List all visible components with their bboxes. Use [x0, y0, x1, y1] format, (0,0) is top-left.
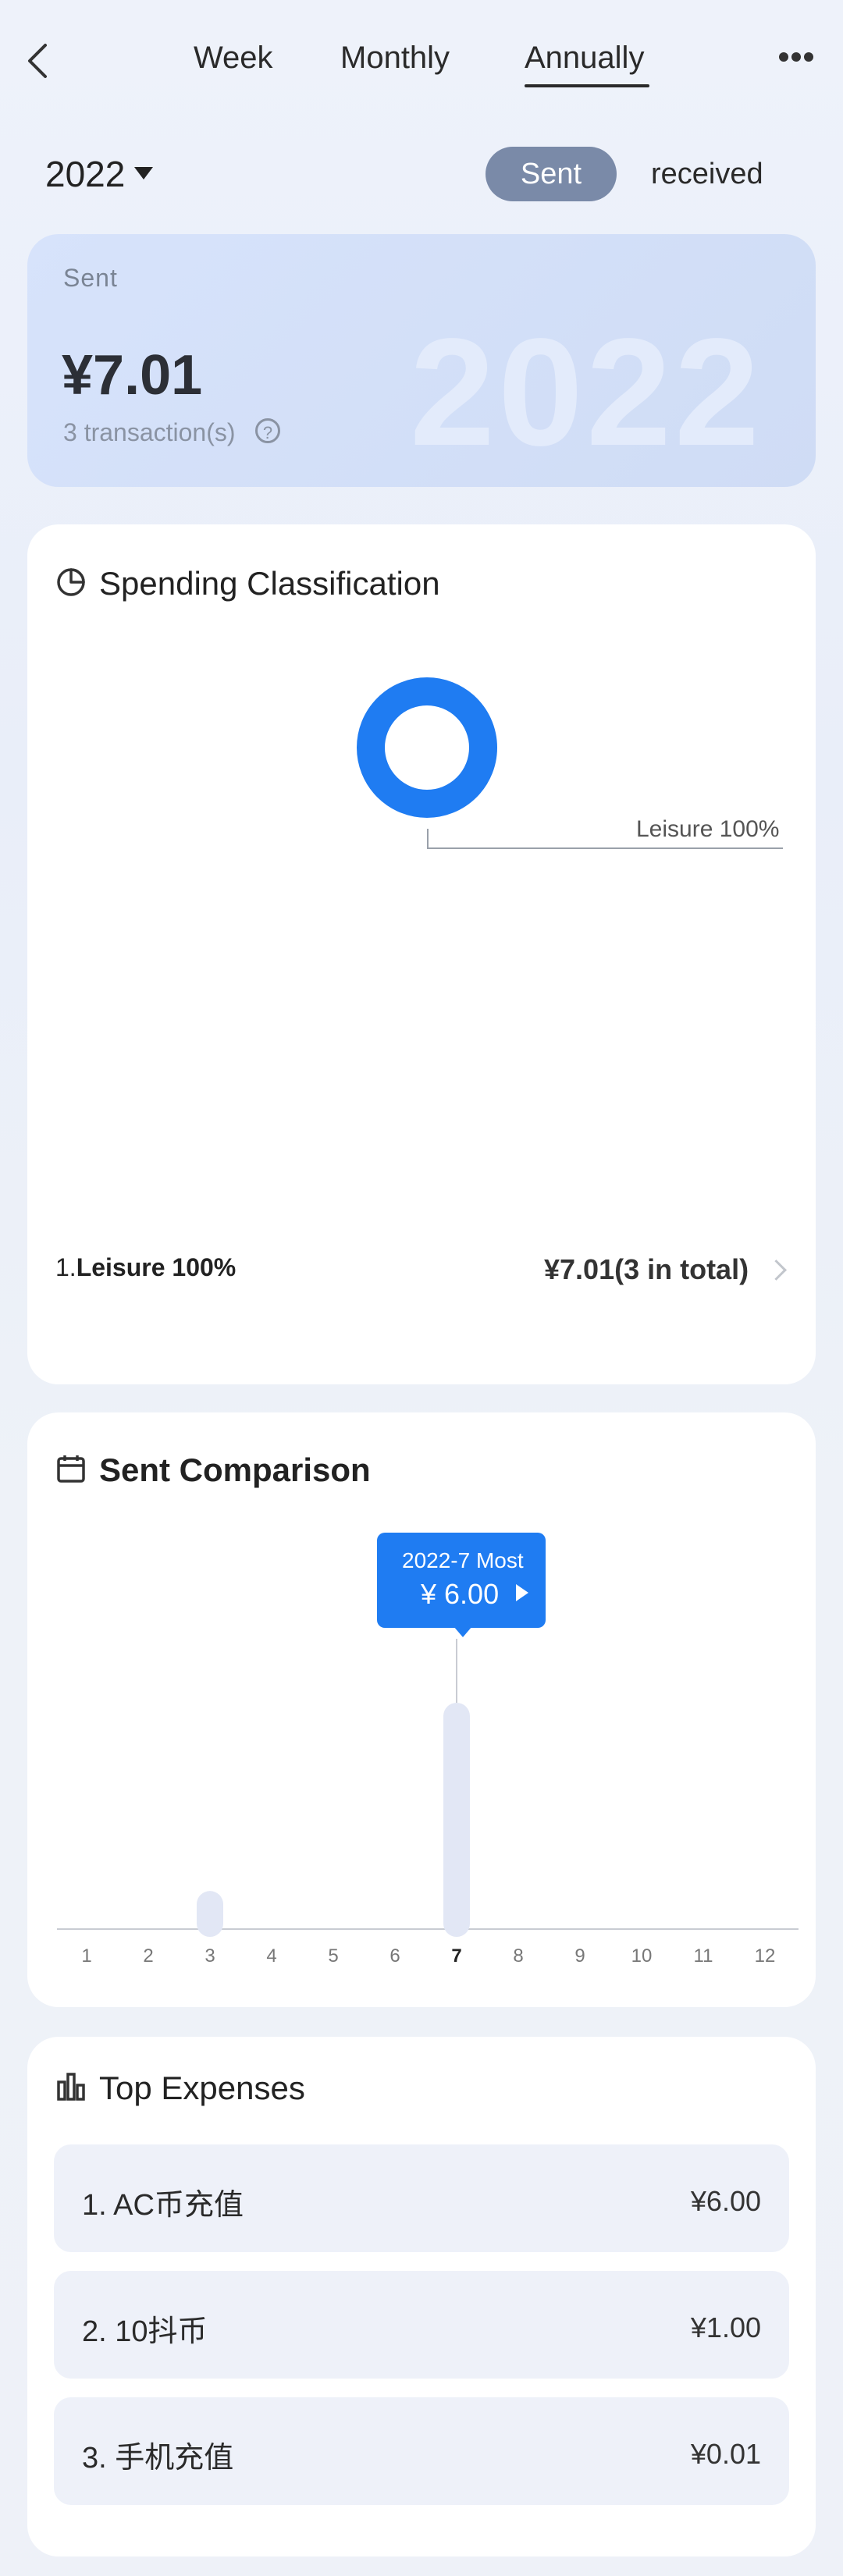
expense-item[interactable]: 3. 手机充值 ¥0.01 [54, 2397, 789, 2505]
more-options-icon[interactable] [779, 52, 816, 70]
x-tick-label: 4 [266, 1945, 276, 1967]
x-tick-label: 3 [205, 1945, 215, 1967]
year-selector[interactable]: 2022 [45, 153, 125, 195]
x-tick-label: 1 [81, 1945, 91, 1967]
donut-chart-slice-leisure[interactable] [357, 677, 497, 818]
legend-total[interactable]: ¥7.01(3 in total) [544, 1253, 749, 1286]
legend-name: Leisure 100% [76, 1253, 237, 1281]
sent-toggle-button[interactable]: Sent [486, 147, 617, 201]
caret-down-icon[interactable] [134, 167, 153, 179]
tab-week[interactable]: Week [194, 41, 273, 76]
spending-classification-card: Spending Classification Leisure 100% 1.L… [27, 524, 816, 1384]
summary-amount: ¥7.01 [62, 344, 203, 407]
expense-name: 3. 手机充值 [82, 2442, 234, 2475]
expense-item[interactable]: 2. 10抖币 ¥1.00 [54, 2271, 789, 2379]
donut-label: Leisure 100% [636, 816, 780, 842]
chevron-right-icon[interactable] [766, 1260, 787, 1281]
chart-tooltip[interactable]: 2022-7 Most ¥ 6.00 [377, 1533, 546, 1637]
legend-index: 1. [55, 1253, 76, 1281]
expense-item[interactable]: 1. AC币充值 ¥6.00 [54, 2144, 789, 2252]
x-tick-label: 6 [389, 1945, 400, 1967]
x-tick-label: 5 [328, 1945, 338, 1967]
expense-name: 1. AC币充值 [82, 2189, 244, 2222]
x-tick-label: 8 [513, 1945, 523, 1967]
received-toggle-button[interactable]: received [651, 158, 763, 191]
year-watermark: 2022 [410, 307, 763, 478]
top-expenses-card: Top Expenses 1. AC币充值 ¥6.00 2. 10抖币 ¥1.0… [27, 2037, 816, 2556]
sent-comparison-card: Sent Comparison 1 2 3 4 5 6 7 8 9 10 11 12 2022-7 M… [27, 1412, 816, 2007]
leader-line [427, 847, 783, 849]
x-tick-label: 7 [451, 1945, 461, 1967]
expense-name: 2. 10抖币 [82, 2315, 208, 2348]
expense-amount: ¥0.01 [690, 2438, 761, 2470]
tooltip-pointer [454, 1626, 472, 1637]
x-tick-label: 12 [755, 1945, 776, 1967]
card-title: Top Expenses [99, 2070, 305, 2106]
x-tick-label: 2 [143, 1945, 153, 1967]
bar-chart-icon [57, 2073, 85, 2101]
leader-line [427, 829, 429, 849]
card-title: Spending Classification [99, 565, 440, 602]
summary-label: Sent [63, 264, 118, 292]
bar-chart: 1 2 3 4 5 6 7 8 9 10 11 12 [57, 1639, 799, 1967]
tooltip-title: 2022-7 Most [402, 1548, 524, 1572]
bar-month-3[interactable] [197, 1891, 223, 1937]
expense-amount: ¥6.00 [690, 2185, 761, 2217]
legend-item[interactable]: 1.Leisure 100% [55, 1253, 236, 1282]
bar-month-7[interactable] [443, 1703, 470, 1937]
summary-card: 2022 Sent ¥7.01 3 transaction(s) ? [27, 234, 816, 487]
help-icon[interactable]: ? [255, 418, 280, 443]
tab-monthly[interactable]: Monthly [340, 41, 450, 76]
expense-amount: ¥1.00 [690, 2311, 761, 2343]
play-arrow-icon [516, 1584, 528, 1601]
tooltip-value: ¥ 6.00 [421, 1578, 500, 1610]
x-tick-label: 11 [694, 1945, 713, 1967]
tab-annually[interactable]: Annually [525, 41, 644, 76]
active-tab-underline [525, 84, 649, 87]
x-tick-label: 9 [574, 1945, 585, 1967]
pie-chart-icon [57, 568, 85, 596]
x-tick-label: 10 [631, 1945, 653, 1967]
top-bar: Week Monthly Annually [0, 0, 843, 125]
back-arrow-icon[interactable] [23, 41, 55, 81]
transaction-count: 3 transaction(s) [63, 418, 236, 446]
